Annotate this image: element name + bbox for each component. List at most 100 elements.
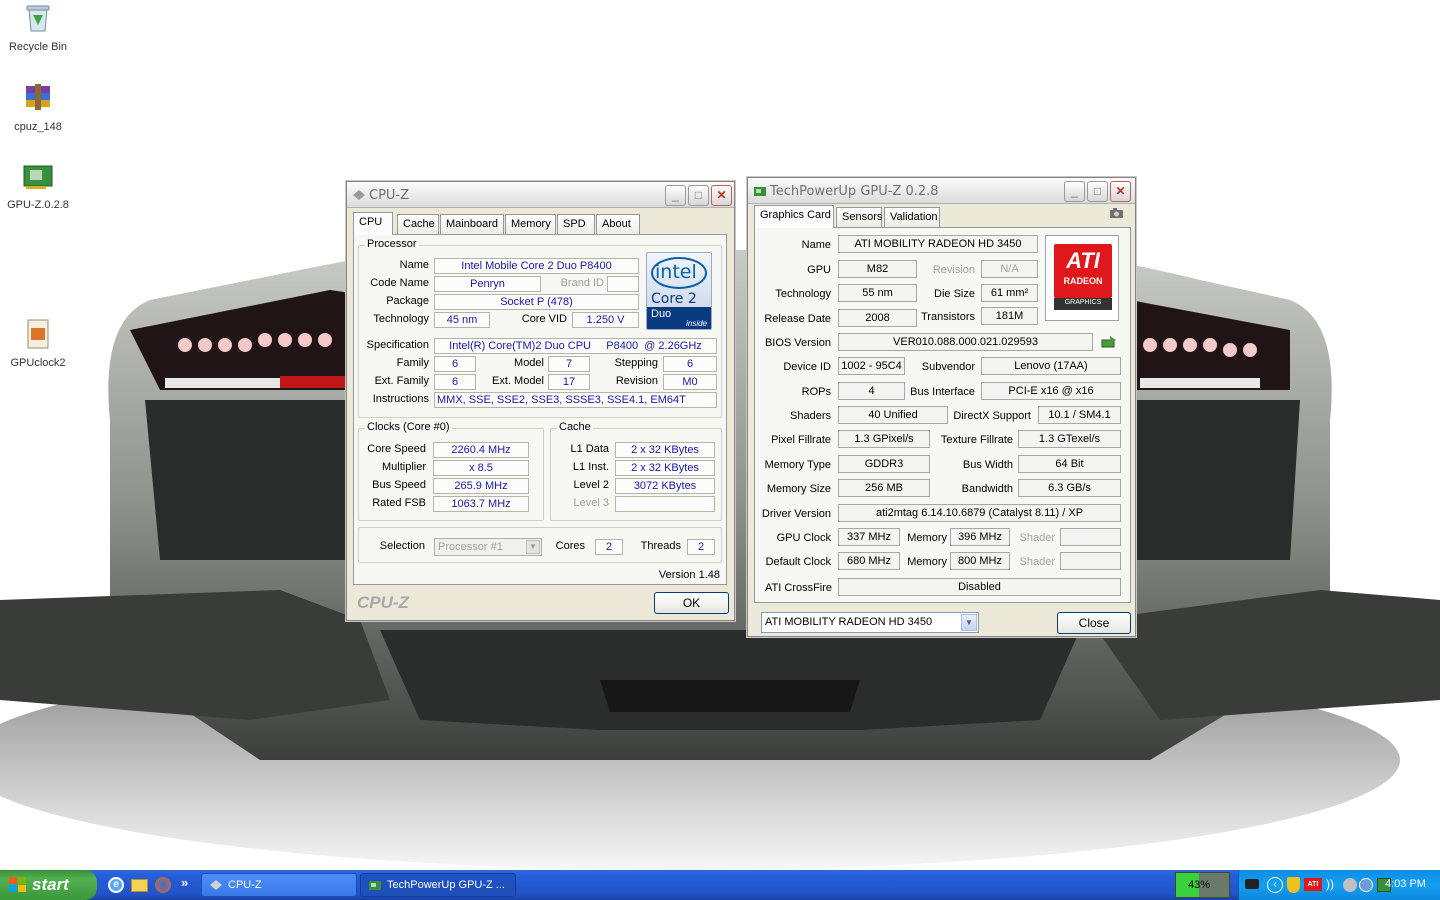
gpu-memory-clock-label: Memory [907, 532, 947, 544]
selection-label: Selection [379, 540, 425, 552]
gpuz-app-icon [754, 187, 766, 196]
tab-validation[interactable]: Validation [884, 207, 940, 227]
gpu-shader-clock-label: Shader [1019, 532, 1055, 544]
minimize-button[interactable]: _ [1064, 181, 1085, 202]
desktop-icon-recycle-bin[interactable]: Recycle Bin [0, 2, 76, 53]
version-label: Version 1.48 [658, 569, 720, 581]
desktop-icon-label: GPUclock2 [10, 357, 66, 369]
winrar-archive-icon [26, 84, 50, 110]
processor-group: Processor Name Intel Mobile Core 2 Duo P… [358, 238, 722, 418]
taskbar-button-cpuz[interactable]: CPU-Z [201, 873, 357, 897]
die-size-field: 61 mm² [981, 284, 1038, 302]
processor-select[interactable]: Processor #1 ▼ [434, 538, 542, 556]
default-shader-clock-field [1060, 552, 1121, 570]
cpuz-app-icon [353, 190, 365, 200]
clocks-group-label: Clocks (Core #0) [365, 421, 452, 433]
tab-spd[interactable]: SPD [557, 214, 595, 234]
subvendor-label: Subvendor [921, 361, 975, 373]
tab-graphics-card[interactable]: Graphics Card [754, 205, 834, 228]
sync-icon[interactable] [1359, 878, 1373, 892]
gpu-clock-label: GPU Clock [776, 532, 831, 544]
cache-group-label: Cache [557, 421, 593, 433]
rops-label: ROPs [801, 386, 831, 398]
ati-tray-icon[interactable]: ATI [1304, 878, 1322, 891]
quick-launch-ie-icon[interactable]: e [108, 877, 124, 893]
technology-label: Technology [373, 313, 429, 325]
l1-inst-field: 2 x 32 KBytes [615, 460, 715, 476]
power-plug-icon[interactable] [1245, 879, 1259, 889]
system-tray: ‹ ATI )) 4:03 PM [1238, 870, 1440, 900]
ok-button[interactable]: OK [654, 592, 729, 614]
minimize-button[interactable]: _ [665, 185, 686, 206]
wireless-icon[interactable]: )) [1326, 877, 1340, 893]
ati-crossfire-field: Disabled [838, 578, 1121, 596]
close-dialog-button[interactable]: Close [1057, 612, 1131, 634]
driver-version-label: Driver Version [761, 508, 831, 520]
model-label: Model [514, 357, 544, 369]
cpuz-tab-panel: Processor Name Intel Mobile Core 2 Duo P… [353, 234, 727, 585]
driver-version-field: ati2mtag 6.14.10.6879 (Catalyst 8.11) / … [838, 504, 1121, 522]
security-shield-icon[interactable] [1287, 877, 1300, 893]
gpu-clock-field: 337 MHz [838, 528, 900, 546]
graphics-logo-text: GRAPHICS [1064, 299, 1102, 306]
l1-data-label: L1 Data [570, 443, 609, 455]
cpuz-title-bar[interactable]: CPU-Z _ □ ✕ [347, 182, 734, 208]
tab-about[interactable]: About [596, 214, 640, 234]
desktop-icon-gpuz[interactable]: GPU-Z.0.2.8 [0, 160, 76, 211]
maximize-button[interactable]: □ [688, 185, 709, 206]
bus-width-label: Bus Width [962, 459, 1013, 471]
gpuz-tab-panel: Name ATI MOBILITY RADEON HD 3450 GPU M82… [754, 227, 1131, 603]
ati-crossfire-label: ATI CrossFire [765, 582, 833, 594]
ext-family-label: Ext. Family [374, 375, 429, 387]
tab-sensors[interactable]: Sensors [836, 207, 882, 227]
desktop-icon-gpuclock[interactable]: GPUclock2 [0, 318, 76, 369]
quick-launch-firefox-icon[interactable] [155, 877, 171, 893]
start-button[interactable]: start [0, 870, 97, 900]
core-vid-field: 1.250 V [572, 312, 639, 328]
transistors-label: Transistors [921, 311, 975, 323]
clocks-group: Clocks (Core #0) Core Speed 2260.4 MHz M… [358, 421, 544, 521]
tray-chevron-icon[interactable]: ‹ [1267, 877, 1283, 893]
technology-field: 55 nm [838, 284, 917, 302]
bandwidth-field: 6.3 GB/s [1018, 479, 1121, 497]
taskbar-button-gpuz[interactable]: TechPowerUp GPU-Z ... [360, 873, 516, 897]
bios-save-icon[interactable] [1101, 335, 1117, 349]
quick-launch-more-icon[interactable]: » [181, 875, 188, 890]
chevron-down-icon: ▼ [961, 614, 977, 631]
battery-percent: 43% [1188, 879, 1211, 891]
tab-cpu[interactable]: CPU [353, 212, 393, 235]
directx-support-label: DirectX Support [953, 410, 1031, 422]
specification-label: Specification [366, 339, 429, 351]
network-icon[interactable] [1343, 878, 1357, 892]
pixel-fillrate-field: 1.3 GPixel/s [838, 430, 930, 448]
bus-speed-field: 265.9 MHz [433, 478, 529, 494]
transistors-field: 181M [981, 307, 1038, 325]
cpuz-window-title: CPU-Z [369, 188, 410, 203]
taskbar: start e » CPU-Z TechPowerUp GPU-Z ... 43… [0, 870, 1440, 900]
memory-size-field: 256 MB [838, 479, 930, 497]
quick-launch-folder-icon[interactable] [131, 879, 148, 892]
gpuz-title-bar[interactable]: TechPowerUp GPU-Z 0.2.8 _ □ ✕ [748, 178, 1135, 204]
tab-cache[interactable]: Cache [397, 214, 439, 234]
battery-meter[interactable]: 43% [1175, 872, 1230, 898]
camera-icon[interactable] [1109, 208, 1124, 219]
device-id-field: 1002 - 95C4 [838, 357, 905, 375]
clock[interactable]: 4:03 PM [1385, 878, 1426, 890]
close-button[interactable]: ✕ [711, 185, 732, 206]
tab-memory[interactable]: Memory [505, 214, 556, 234]
maximize-button[interactable]: □ [1087, 181, 1108, 202]
directx-support-field: 10.1 / SM4.1 [1038, 406, 1121, 424]
close-button[interactable]: ✕ [1110, 181, 1131, 202]
recycle-bin-icon [26, 5, 50, 32]
family-label: Family [396, 357, 429, 369]
gpu-shader-clock-field [1060, 528, 1121, 546]
gpu-device-select[interactable]: ATI MOBILITY RADEON HD 3450 ▼ [761, 612, 979, 633]
l1-data-field: 2 x 32 KBytes [615, 442, 715, 458]
tab-mainboard[interactable]: Mainboard [440, 214, 504, 234]
rated-fsb-field: 1063.7 MHz [433, 496, 529, 512]
shaders-label: Shaders [790, 410, 831, 422]
default-shader-clock-label: Shader [1019, 556, 1055, 568]
family-field: 6 [434, 356, 476, 372]
desktop-icon-cpuz-archive[interactable]: cpuz_148 [0, 82, 76, 133]
technology-field: 45 nm [434, 312, 490, 328]
